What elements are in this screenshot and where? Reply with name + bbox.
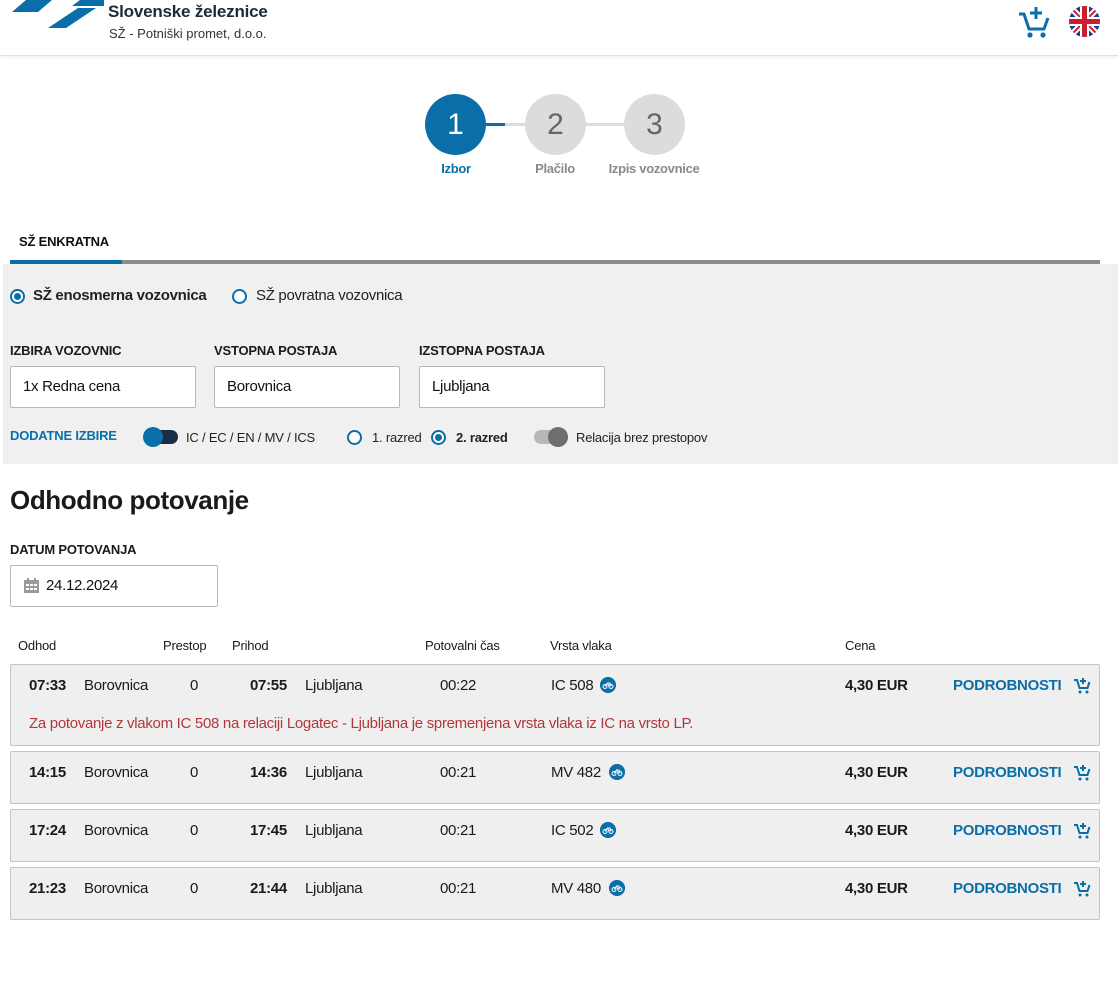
arr-time: 17:45 [250,822,287,839]
dep-station: Borovnica [84,880,149,897]
price: 4,30 EUR [845,677,908,694]
dep-time: 21:23 [29,880,66,897]
arr-station: Ljubljana [305,822,363,839]
step-1-circle: 1 [425,94,486,155]
train-name: IC 508 [551,677,594,694]
details-link[interactable]: PODROBNOSTI [953,677,1062,694]
duration: 00:21 [440,764,477,781]
arr-time: 07:55 [250,677,287,694]
arr-station: Ljubljana [305,880,363,897]
details-link[interactable]: PODROBNOSTI [953,764,1062,781]
train-name: MV 480 [551,880,601,897]
details-link[interactable]: PODROBNOSTI [953,880,1062,897]
step-connector [585,123,625,126]
arr-station: Ljubljana [305,764,363,781]
train-name: MV 482 [551,764,601,781]
direct-route-toggle[interactable] [534,427,568,447]
step-2-circle: 2 [525,94,586,155]
col-duration: Potovalni čas [425,638,500,653]
date-label: DATUM POTOVANJA [10,542,137,557]
add-to-cart-icon[interactable] [1073,764,1091,782]
dep-station: Borovnica [84,677,149,694]
one-way-label[interactable]: SŽ enosmerna vozovnica [33,287,207,304]
step-connector [505,123,525,126]
tickets-field[interactable]: 1x Redna cena [10,366,196,408]
extra-options-label[interactable]: DODATNE IZBIRE [10,428,117,443]
price: 4,30 EUR [845,764,908,781]
tab-sz-enkratna[interactable]: SŽ ENKRATNA [19,234,109,249]
toggle-knob [143,427,163,447]
col-price: Cena [845,638,876,653]
toggle-knob [548,427,568,447]
dep-station: Borovnica [84,764,149,781]
price: 4,30 EUR [845,822,908,839]
transfers: 0 [190,822,199,839]
add-to-cart-icon[interactable] [1073,880,1091,898]
bicycle-icon [609,880,625,896]
bicycle-icon [600,677,616,693]
checkout-stepper: 1 2 3 Izbor Plačilo Izpis vozovnice [0,94,1118,184]
calendar-icon [24,578,39,593]
step-3-circle: 3 [624,94,685,155]
class-1-radio[interactable] [347,430,362,445]
step-connector [485,123,505,126]
duration: 00:21 [440,822,477,839]
table-row[interactable]: 14:15 Borovnica 0 14:36 Ljubljana 00:21 … [10,751,1100,804]
bicycle-icon [600,822,616,838]
return-radio[interactable] [232,289,247,304]
brand-name: Slovenske železnice [108,2,268,21]
arr-time: 21:44 [250,880,287,897]
table-row[interactable]: 17:24 Borovnica 0 17:45 Ljubljana 00:21 … [10,809,1100,862]
class-1-label[interactable]: 1. razred [372,430,422,445]
sz-logo[interactable] [12,0,104,28]
to-station-label: IZSTOPNA POSTAJA [419,343,545,358]
dep-time: 07:33 [29,677,66,694]
uk-flag-icon[interactable] [1069,6,1100,37]
transfers: 0 [190,880,199,897]
from-station-input[interactable]: Borovnica [214,366,400,408]
from-station-label: VSTOPNA POSTAJA [214,343,338,358]
arr-station: Ljubljana [305,677,363,694]
date-value: 24.12.2024 [46,577,119,594]
dep-time: 14:15 [29,764,66,781]
col-transfers: Prestop [163,638,207,653]
bicycle-icon [609,764,625,780]
details-link[interactable]: PODROBNOSTI [953,822,1062,839]
table-row[interactable]: 21:23 Borovnica 0 21:44 Ljubljana 00:21 … [10,867,1100,920]
col-departure: Odhod [18,638,57,653]
price: 4,30 EUR [845,880,908,897]
add-to-cart-icon[interactable] [1073,822,1091,840]
train-change-notice: Za potovanje z vlakom IC 508 na relaciji… [29,715,694,732]
arr-time: 14:36 [250,764,287,781]
dep-station: Borovnica [84,822,149,839]
add-to-cart-icon[interactable] [1016,4,1052,40]
duration: 00:21 [440,880,477,897]
col-arrival: Prihod [232,638,269,653]
table-row[interactable]: 07:33 Borovnica 0 07:55 Ljubljana 00:22 … [10,664,1100,746]
site-header: Slovenske železnice SŽ - Potniški promet… [0,0,1118,56]
journey-title: Odhodno potovanje [10,485,249,515]
add-to-cart-icon[interactable] [1073,677,1091,695]
transfers: 0 [190,764,199,781]
train-types-label: IC / EC / EN / MV / ICS [186,430,316,445]
dep-time: 17:24 [29,822,66,839]
col-train: Vrsta vlaka [550,638,612,653]
train-name: IC 502 [551,822,594,839]
one-way-radio[interactable] [10,289,25,304]
class-2-radio[interactable] [431,430,446,445]
brand-subtitle: SŽ - Potniški promet, d.o.o. [109,26,267,41]
step-3-label: Izpis vozovnice [608,161,700,176]
train-types-toggle[interactable] [143,427,178,447]
duration: 00:22 [440,677,477,694]
direct-route-label: Relacija brez prestopov [576,430,708,445]
return-label[interactable]: SŽ povratna vozovnica [256,287,403,304]
to-station-input[interactable]: Ljubljana [419,366,605,408]
tickets-field-label: IZBIRA VOZOVNIC [10,343,122,358]
class-2-label[interactable]: 2. razred [456,430,508,445]
transfers: 0 [190,677,199,694]
date-input[interactable]: 24.12.2024 [10,565,218,607]
